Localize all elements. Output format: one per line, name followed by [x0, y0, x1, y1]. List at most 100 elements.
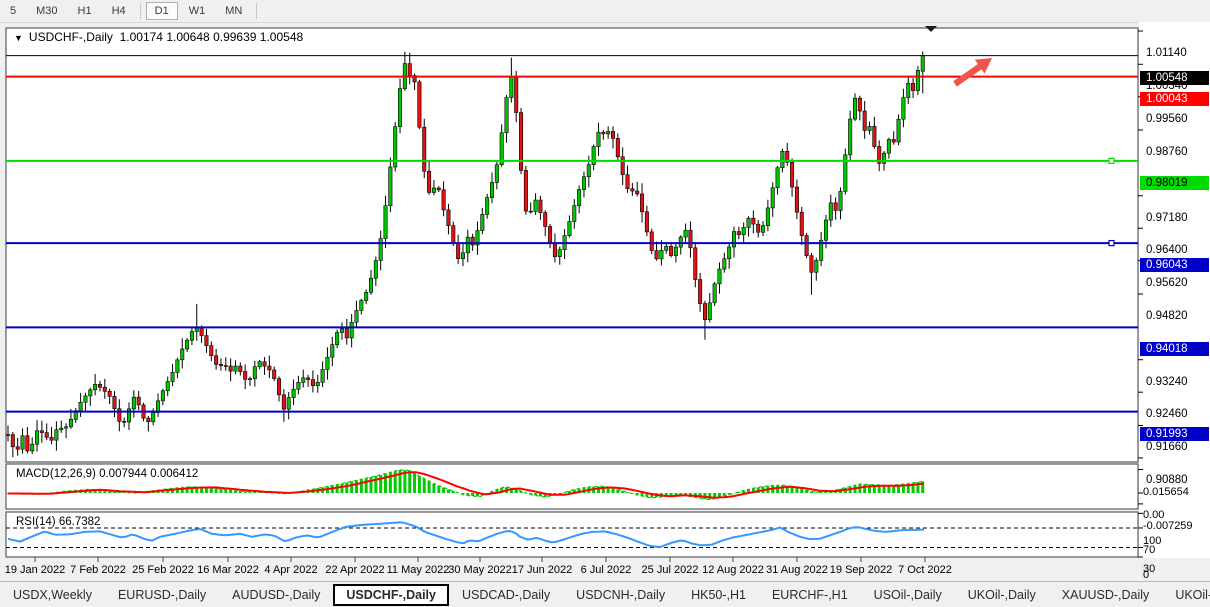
price-badge: 0.98019 — [1140, 176, 1209, 190]
rsi-axis-label: 0 — [1143, 569, 1149, 581]
candle-body — [340, 329, 343, 333]
candle-body — [258, 362, 261, 367]
symbol-tab-eurchf[interactable]: EURCHF-,H1 — [759, 585, 861, 605]
candle-body — [297, 382, 300, 389]
symbol-tab-hk50[interactable]: HK50-,H1 — [678, 585, 759, 605]
main-panel[interactable] — [6, 28, 1138, 462]
candle-body — [456, 243, 459, 258]
candle-body — [398, 89, 401, 127]
candle-body — [384, 206, 387, 239]
price-axis-label: 0.96400 — [1146, 244, 1188, 256]
line-handle[interactable] — [1109, 241, 1114, 246]
timeframe-button-5[interactable]: 5 — [1, 2, 25, 20]
candle-body — [757, 224, 760, 232]
candle-body — [452, 226, 455, 244]
candle-body — [331, 345, 334, 358]
candle-body — [674, 247, 677, 255]
candle-body — [210, 346, 213, 356]
symbol-tab-eurusd[interactable]: EURUSD-,Daily — [105, 585, 219, 605]
ohlc-open: 1.00174 — [120, 30, 163, 44]
symbol-tab-ukoil[interactable]: UKOil-,Daily — [955, 585, 1049, 605]
candle-body — [892, 139, 895, 142]
candle-body — [113, 396, 116, 408]
candle-body — [529, 211, 532, 212]
candle-body — [108, 391, 111, 396]
candle-body — [282, 395, 285, 409]
candle-body — [824, 220, 827, 240]
date-label: 6 Jul 2022 — [581, 564, 632, 576]
candle-body — [665, 246, 668, 250]
symbol-tab-usdcad[interactable]: USDCAD-,Daily — [449, 585, 563, 605]
symbol-tab-usoil[interactable]: USOil-,Daily — [861, 585, 955, 605]
candle-body — [694, 248, 697, 280]
candle-body — [432, 188, 435, 192]
candle-body — [176, 360, 179, 373]
price-axis-label: 0.95620 — [1146, 277, 1188, 289]
candle-body — [137, 397, 140, 405]
candle-body — [727, 247, 730, 259]
candle-body — [611, 131, 614, 138]
symbol-tab-usdcnh[interactable]: USDCNH-,Daily — [563, 585, 678, 605]
candle-body — [669, 246, 672, 255]
symbol-tab-usdchf[interactable]: USDCHF-,Daily — [333, 584, 449, 606]
symbol-tab-usdx[interactable]: USDX,Weekly — [0, 585, 105, 605]
symbol-tab-audusd[interactable]: AUDUSD-,Daily — [219, 585, 333, 605]
candle-body — [442, 190, 445, 210]
date-label: 25 Feb 2022 — [132, 564, 194, 576]
candle-body — [234, 366, 237, 371]
timeframe-button-mn[interactable]: MN — [216, 2, 251, 20]
timeframe-button-d1[interactable]: D1 — [146, 2, 178, 20]
price-axis-label: 0.97180 — [1146, 212, 1188, 224]
candle-body — [379, 239, 382, 261]
candle-body — [863, 111, 866, 130]
chart-region: ▼USDCHF-,Daily 1.00174 1.00648 0.99639 1… — [0, 22, 1210, 581]
timeframe-button-h4[interactable]: H4 — [103, 2, 135, 20]
rsi-panel-label: RSI(14) 66.7382 — [16, 516, 100, 528]
symbol-tab-ukoil[interactable]: UKOil-,Da — [1162, 585, 1210, 605]
candle-body — [185, 340, 188, 349]
macd-axis-label: -0.007259 — [1143, 520, 1193, 532]
candle-body — [248, 379, 251, 380]
candle-body — [6, 435, 9, 436]
candle-body — [273, 370, 276, 379]
candle-body — [481, 214, 484, 230]
date-label: 19 Jan 2022 — [5, 564, 66, 576]
rsi-axis-label: 70 — [1143, 544, 1155, 556]
candle-body — [660, 250, 663, 259]
candle-body — [684, 230, 687, 237]
price-axis-label: 0.98760 — [1146, 146, 1188, 158]
chart-canvas[interactable] — [0, 22, 1210, 581]
candle-body — [161, 391, 164, 401]
candle-body — [79, 402, 82, 410]
candle-body — [181, 349, 184, 360]
price-badge: 1.00043 — [1140, 92, 1209, 106]
timeframe-button-h1[interactable]: H1 — [69, 2, 101, 20]
candle-body — [345, 329, 348, 338]
symbol-tab-xauusd[interactable]: XAUUSD-,Daily — [1049, 585, 1163, 605]
chart-title: ▼USDCHF-,Daily 1.00174 1.00648 0.99639 1… — [14, 30, 303, 44]
candle-body — [350, 322, 353, 338]
candle-body — [868, 126, 871, 130]
timeframe-button-w1[interactable]: W1 — [180, 2, 215, 20]
chevron-down-icon[interactable]: ▼ — [14, 33, 23, 43]
macd-panel-label: MACD(12,26,9) 0.007944 0.006412 — [16, 468, 198, 480]
candle-body — [761, 226, 764, 233]
candle-body — [408, 64, 411, 76]
ohlc-close: 1.00548 — [260, 30, 303, 44]
date-label: 31 Aug 2022 — [766, 564, 828, 576]
price-axis-label: 0.91660 — [1146, 441, 1188, 453]
price-axis-label: 0.93240 — [1146, 376, 1188, 388]
price-badge: 0.96043 — [1140, 258, 1209, 272]
candle-body — [364, 292, 367, 300]
candle-body — [316, 382, 319, 385]
candle-body — [655, 251, 658, 259]
candle-body — [544, 213, 547, 227]
candle-body — [461, 253, 464, 259]
candle-body — [626, 175, 629, 189]
timeframe-button-m30[interactable]: M30 — [27, 2, 66, 20]
candle-body — [631, 189, 634, 191]
candle-body — [640, 194, 643, 212]
candle-body — [839, 191, 842, 210]
line-handle[interactable] — [1109, 158, 1114, 163]
candle-body — [200, 328, 203, 335]
